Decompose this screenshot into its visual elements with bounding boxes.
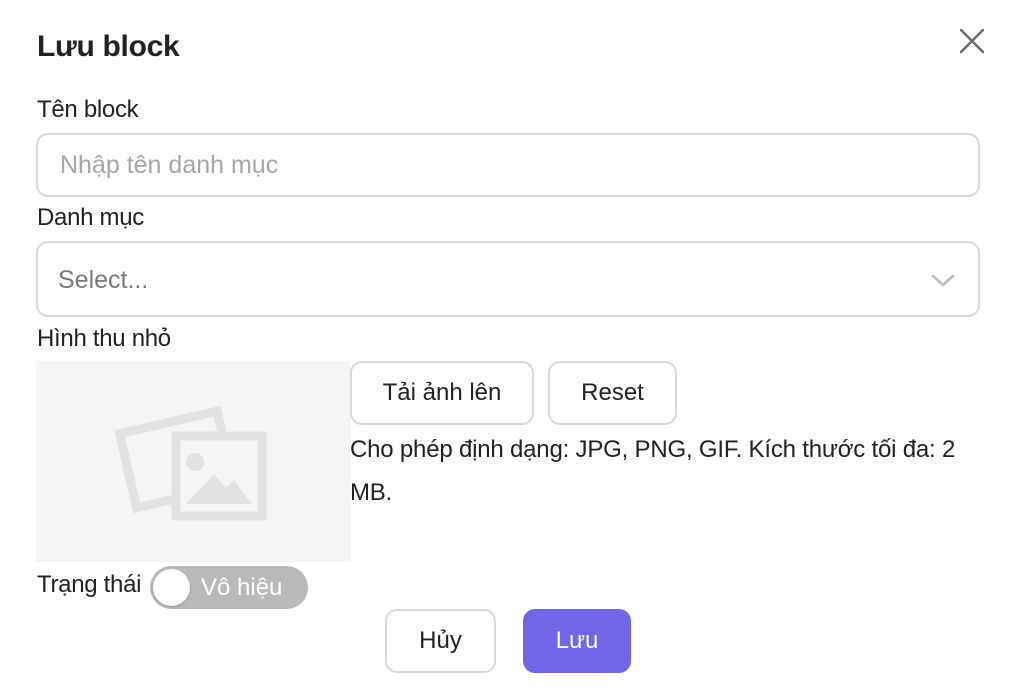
cancel-button[interactable]: Hủy xyxy=(385,609,496,673)
status-toggle-text: Vô hiệu xyxy=(201,574,283,601)
upload-image-button[interactable]: Tải ảnh lên xyxy=(350,361,534,425)
category-selected-value: Select... xyxy=(58,266,149,294)
toggle-knob xyxy=(153,569,190,606)
category-label: Danh mục xyxy=(37,204,144,231)
save-block-modal: Lưu block Tên block Danh mục Select... H… xyxy=(0,0,1012,698)
thumbnail-preview xyxy=(36,361,351,562)
thumbnail-label: Hình thu nhỏ xyxy=(37,325,171,352)
modal-title: Lưu block xyxy=(37,30,180,63)
reset-image-button[interactable]: Reset xyxy=(548,361,677,425)
category-select[interactable]: Select... xyxy=(36,241,980,317)
save-button[interactable]: Lưu xyxy=(523,609,631,673)
status-toggle[interactable]: Vô hiệu xyxy=(150,566,308,609)
image-placeholder-icon xyxy=(114,405,267,521)
chevron-down-icon xyxy=(931,274,955,287)
status-label: Trạng thái xyxy=(37,571,142,598)
close-icon xyxy=(959,28,985,54)
upload-hint: Cho phép định dạng: JPG, PNG, GIF. Kích … xyxy=(350,436,956,506)
block-name-label: Tên block xyxy=(37,96,139,123)
close-button[interactable] xyxy=(958,27,986,55)
block-name-input[interactable] xyxy=(36,133,980,197)
